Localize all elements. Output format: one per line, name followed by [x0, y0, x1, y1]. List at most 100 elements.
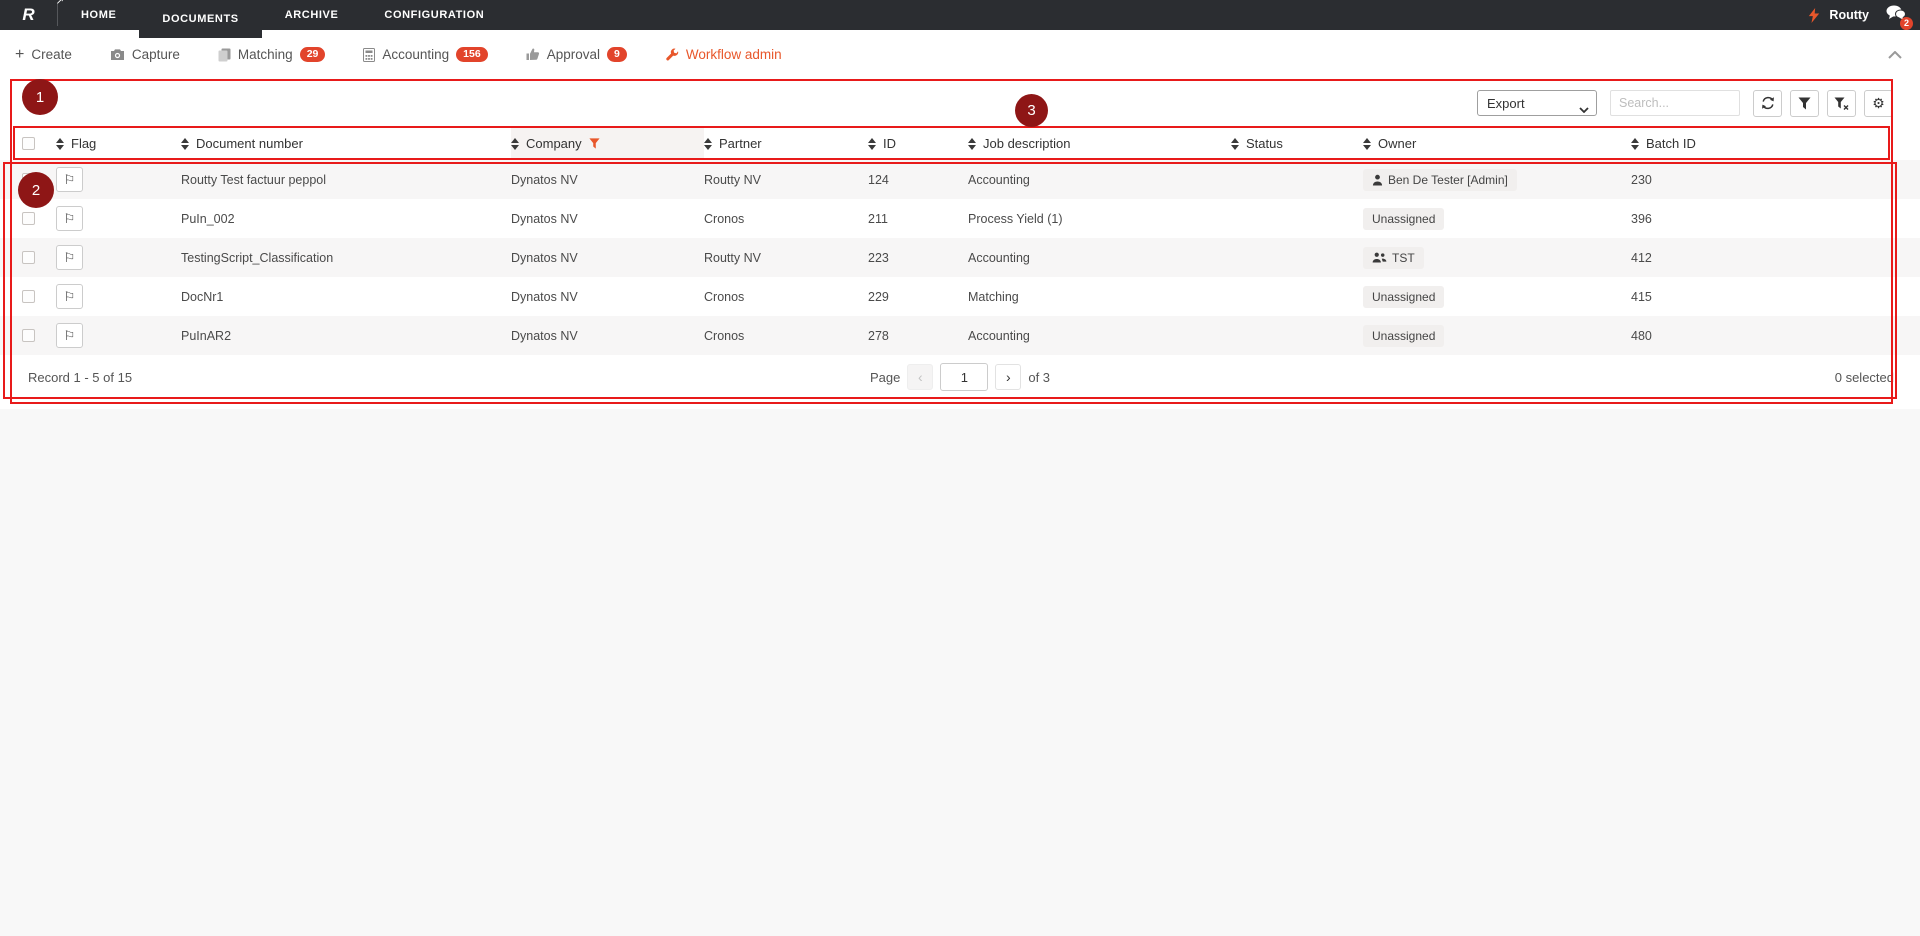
cell-owner: TST — [1363, 238, 1631, 277]
app-name: Routty — [1829, 8, 1869, 22]
flag-button[interactable]: ⚐ — [56, 206, 83, 231]
cell-document-number: Routty Test factuur peppol — [181, 172, 326, 187]
tab-documents[interactable]: DOCUMENTS — [139, 0, 262, 38]
cell-document-number: DocNr1 — [181, 289, 224, 304]
row-checkbox[interactable] — [21, 212, 35, 225]
plus-icon: + — [15, 45, 25, 63]
cell-partner: Routty NV — [704, 172, 761, 187]
capture-button[interactable]: Capture — [110, 47, 180, 62]
cell-partner: Routty NV — [704, 250, 761, 265]
matching-button[interactable]: Matching 29 — [218, 46, 326, 63]
header-flag[interactable]: Flag — [56, 127, 181, 160]
cell-document-number: PuInAR2 — [181, 328, 232, 343]
table-row[interactable]: ⚐ PuIn_002 Dynatos NV Cronos 211 Process… — [0, 199, 1920, 238]
cell-company: Dynatos NV — [511, 250, 578, 265]
workflow-admin-button[interactable]: Workflow admin — [665, 47, 782, 62]
flag-button[interactable]: ⚐ — [56, 245, 83, 270]
header-job-description[interactable]: Job description — [968, 127, 1231, 160]
page-background — [0, 409, 1920, 936]
refresh-icon — [1761, 96, 1774, 110]
filter-remove-icon — [1834, 97, 1849, 110]
header-status-label: Status — [1246, 136, 1283, 151]
table-controls: Export ⚙ — [0, 79, 1920, 127]
header-batch-id[interactable]: Batch ID — [1631, 127, 1920, 160]
create-button[interactable]: + Create — [15, 45, 72, 63]
cell-owner: Ben De Tester [Admin] — [1363, 160, 1631, 199]
next-page-button[interactable]: › — [995, 364, 1022, 390]
approval-button[interactable]: Approval 9 — [526, 46, 627, 63]
search-input[interactable] — [1610, 90, 1740, 116]
header-owner[interactable]: Owner — [1363, 127, 1631, 160]
flag-button[interactable]: ⚐ — [56, 284, 83, 309]
filter-remove-button[interactable] — [1827, 89, 1856, 117]
cell-company: Dynatos NV — [511, 328, 578, 343]
routty-logo[interactable]: R ↗ — [0, 0, 64, 30]
row-checkbox[interactable] — [21, 329, 35, 342]
cell-status — [1231, 277, 1363, 316]
row-checkbox[interactable] — [21, 173, 35, 186]
documents-icon — [218, 48, 231, 62]
owner-badge: Ben De Tester [Admin] — [1363, 168, 1517, 191]
tab-home[interactable]: HOME — [58, 0, 140, 30]
owner-badge: Unassigned — [1363, 324, 1445, 347]
header-company-label: Company — [526, 136, 582, 151]
header-id-label: ID — [883, 136, 896, 151]
header-id[interactable]: ID — [868, 127, 968, 160]
table-row[interactable]: ⚐ TestingScript_Classification Dynatos N… — [0, 238, 1920, 277]
cell-owner: Unassigned — [1363, 316, 1631, 355]
sort-icon — [968, 137, 976, 150]
collapse-toolbar-button[interactable] — [1888, 46, 1902, 64]
table-header-row: Flag Document number Company Partner ID … — [0, 127, 1920, 160]
header-status[interactable]: Status — [1231, 127, 1363, 160]
tab-archive[interactable]: ARCHIVE — [261, 0, 362, 30]
chat-button[interactable]: 2 — [1886, 5, 1913, 30]
cell-batch-id: 396 — [1631, 211, 1652, 226]
header-partner[interactable]: Partner — [704, 127, 868, 160]
header-flag-label: Flag — [71, 136, 97, 151]
table-row[interactable]: ⚐ PuInAR2 Dynatos NV Cronos 278 Accounti… — [0, 316, 1920, 355]
accounting-button[interactable]: Accounting 156 — [363, 46, 488, 63]
owner-name: TST — [1392, 250, 1415, 265]
flag-button[interactable]: ⚐ — [56, 323, 83, 348]
header-partner-label: Partner — [719, 136, 762, 151]
table-footer: Record 1 - 5 of 15 Page ‹ › of 3 0 selec… — [0, 355, 1920, 399]
sort-icon — [868, 137, 876, 150]
refresh-button[interactable] — [1753, 89, 1782, 117]
cell-status — [1231, 160, 1363, 199]
header-document-number[interactable]: Document number — [181, 127, 511, 160]
cell-company: Dynatos NV — [511, 289, 578, 304]
header-company[interactable]: Company — [511, 127, 704, 160]
cell-partner: Cronos — [704, 289, 745, 304]
export-select[interactable]: Export — [1477, 90, 1597, 116]
approval-badge: 9 — [607, 46, 627, 63]
workflow-admin-label: Workflow admin — [685, 47, 782, 62]
table-row[interactable]: ⚐ Routty Test factuur peppol Dynatos NV … — [0, 160, 1920, 199]
wrench-icon — [665, 48, 679, 62]
tab-configuration[interactable]: CONFIGURATION — [361, 0, 508, 30]
prev-page-button[interactable]: ‹ — [907, 364, 934, 390]
owner-name: Unassigned — [1372, 289, 1436, 304]
sort-icon — [181, 137, 189, 150]
page-number-input[interactable] — [940, 363, 989, 391]
settings-button[interactable]: ⚙ — [1864, 89, 1893, 117]
export-dropdown-wrap: Export — [1477, 90, 1597, 116]
chat-badge: 2 — [1900, 16, 1913, 30]
filter-button[interactable] — [1790, 89, 1819, 117]
cell-status — [1231, 199, 1363, 238]
sort-icon — [56, 137, 64, 150]
header-batch-id-label: Batch ID — [1646, 136, 1696, 151]
flag-button[interactable]: ⚐ — [56, 167, 83, 192]
page-total: of 3 — [1028, 369, 1051, 385]
chevron-up-icon — [1888, 50, 1902, 59]
cell-company: Dynatos NV — [511, 211, 578, 226]
actions-toolbar: + Create Capture Matching 29 Accounting … — [0, 30, 1920, 79]
header-select-all — [0, 127, 56, 160]
owner-badge: Unassigned — [1363, 207, 1445, 230]
select-all-checkbox[interactable] — [21, 137, 35, 150]
pagination: Page ‹ › of 3 — [0, 363, 1920, 391]
matching-badge: 29 — [299, 46, 326, 63]
capture-label: Capture — [131, 47, 180, 62]
table-row[interactable]: ⚐ DocNr1 Dynatos NV Cronos 229 Matching … — [0, 277, 1920, 316]
row-checkbox[interactable] — [21, 251, 35, 264]
row-checkbox[interactable] — [21, 290, 35, 303]
